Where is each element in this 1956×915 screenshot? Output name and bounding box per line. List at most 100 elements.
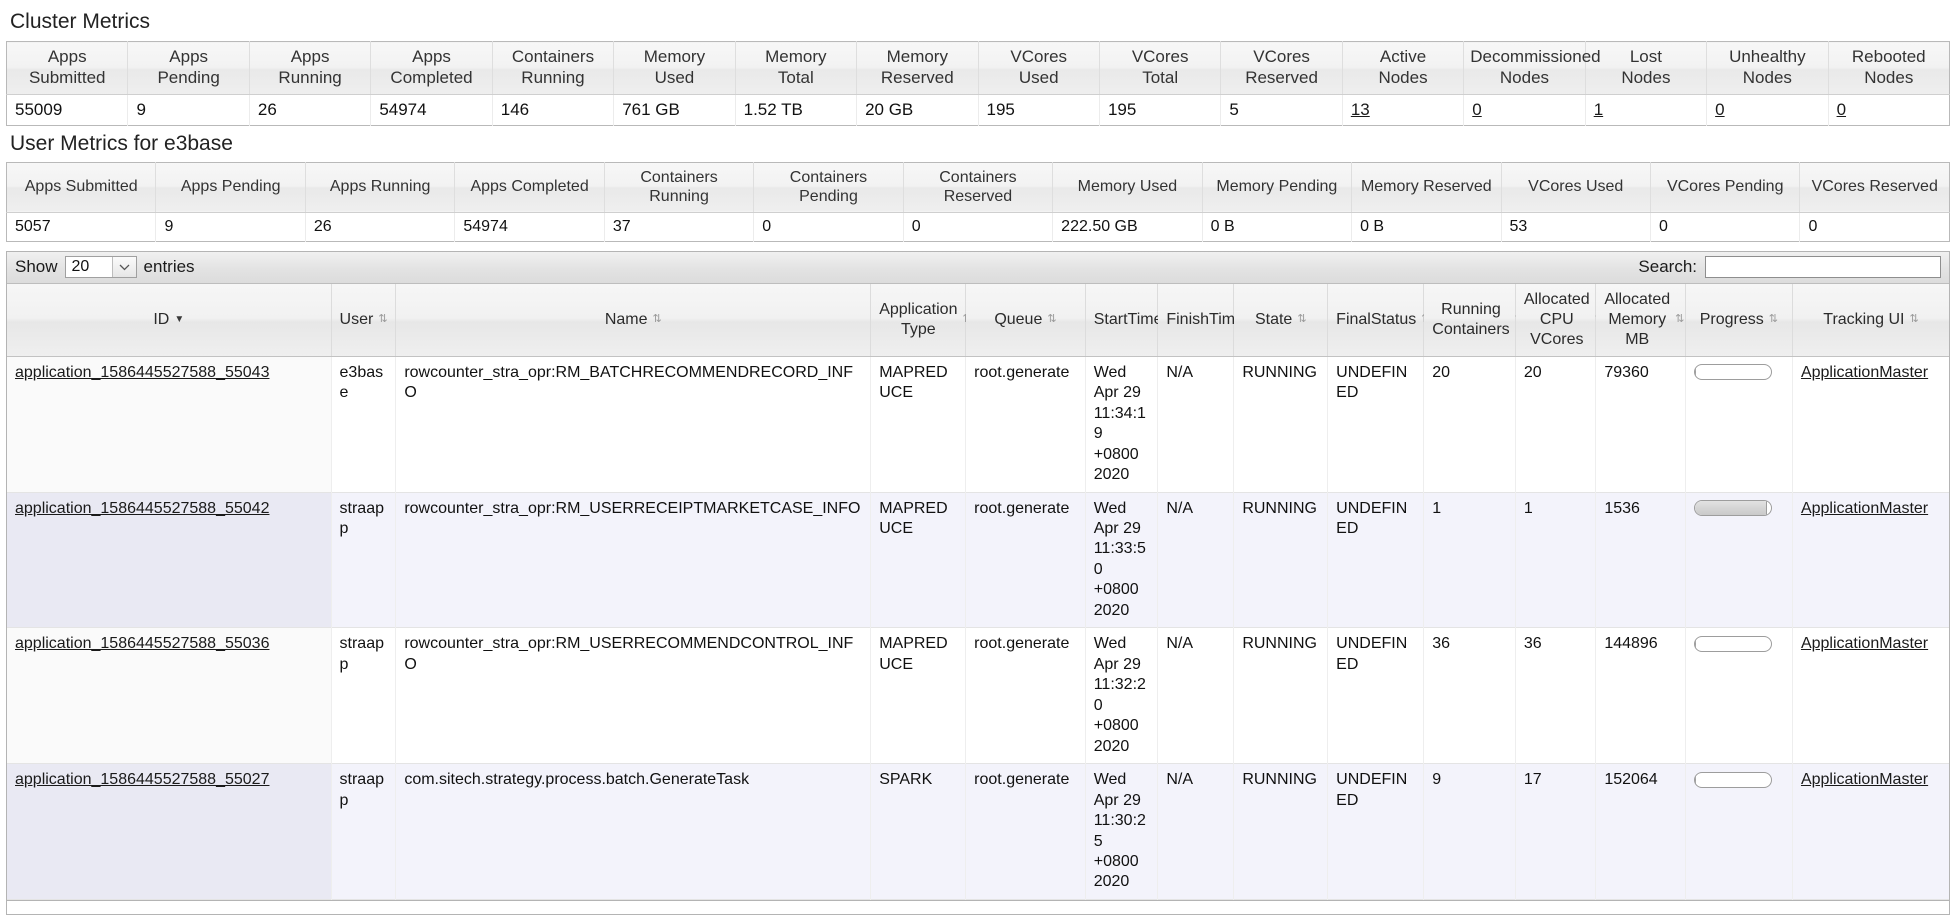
progress-bar-fill (1694, 365, 1696, 380)
cluster-metric-value[interactable]: 0 (1463, 94, 1586, 126)
column-header-queue[interactable]: Queue ⇅ (965, 283, 1086, 357)
user-metric-value: 0 (1799, 212, 1950, 242)
sort-both-icon: ⇅ (1675, 313, 1685, 326)
cluster-metric-value: 1.52 TB (735, 94, 858, 126)
column-header-allocated-memory-mb[interactable]: Allocated Memory MB ⇅ (1595, 283, 1686, 357)
column-header-finalstatus[interactable]: FinalStatus⇅ (1327, 283, 1430, 357)
cluster-metric-value: 54974 (370, 94, 493, 126)
user-metric-value: 0 B (1202, 212, 1353, 242)
column-header-name[interactable]: Name ⇅ (395, 283, 872, 357)
entries-select[interactable]: 20 (64, 256, 137, 279)
user-metric-header: VCores Used (1501, 162, 1651, 213)
cell-application-id[interactable]: application_1586445527588_55027 (7, 763, 332, 900)
progress-bar (1693, 771, 1772, 788)
cell-tracking-ui[interactable]: ApplicationMaster (1792, 763, 1949, 900)
cell-application-type: MAPREDUCE (870, 627, 967, 764)
column-header-label: ID (153, 310, 170, 328)
cell-progress (1685, 492, 1793, 628)
user-metric-header: Apps Submitted (6, 162, 157, 213)
cluster-metrics-table: Apps Submitted Apps Pending Apps Running Apps C… (6, 41, 1950, 126)
sort-both-icon: ⇅ (378, 313, 388, 326)
cell-tracking-ui[interactable]: ApplicationMaster (1792, 356, 1949, 492)
cluster-metric-value[interactable]: 0 (1706, 94, 1829, 126)
column-header-finishtime[interactable]: FinishTime⇅ (1157, 283, 1258, 357)
column-header-label: StartTime (1093, 310, 1163, 328)
column-header-user[interactable]: User ⇅ (331, 283, 397, 357)
sort-both-icon: ⇅ (1909, 313, 1919, 326)
column-header-running-containers[interactable]: RunningContainers⇅ (1423, 283, 1524, 357)
cell-start-time: Wed Apr 29 11:30:25 +0800 2020 (1085, 763, 1159, 900)
applications-table: ID▼User⇅Name⇅ApplicationType⇅Queue⇅Start… (7, 283, 1949, 900)
cluster-metrics-title: Cluster Metrics (10, 10, 151, 33)
sort-both-icon: ⇅ (1768, 313, 1778, 326)
cluster-metric-link[interactable]: 0 (1837, 100, 1846, 119)
cell-tracking-ui[interactable]: ApplicationMaster (1792, 627, 1949, 764)
cluster-metric-link[interactable]: 0 (1472, 100, 1481, 119)
cell-tracking-ui-link[interactable]: ApplicationMaster (1801, 364, 1928, 381)
user-metric-header: Apps Running (305, 162, 456, 213)
column-header-starttime[interactable]: StartTime⇅ (1085, 283, 1177, 357)
cell-application-id-link[interactable]: application_1586445527588_55043 (15, 364, 269, 381)
column-header-progress[interactable]: Progress ⇅ (1685, 283, 1793, 357)
user-metric-value: 54974 (454, 212, 605, 242)
cluster-metric-link[interactable]: 13 (1351, 100, 1370, 119)
cell-application-id[interactable]: application_1586445527588_55043 (7, 356, 332, 492)
column-header-label: Running Containers (1432, 300, 1510, 338)
cell-allocated-memory-mb: 79360 (1595, 356, 1686, 492)
user-metrics-header-row: Apps Submitted Apps Pending Apps Running Ap… (6, 162, 1950, 213)
cell-allocated-cpu-vcores: 1 (1515, 492, 1597, 628)
cluster-metric-value[interactable]: 1 (1585, 94, 1708, 126)
cell-application-id-link[interactable]: application_1586445527588_55027 (15, 771, 269, 788)
cluster-metric-value[interactable]: 0 (1828, 94, 1950, 126)
cell-application-id[interactable]: application_1586445527588_55036 (7, 627, 332, 764)
cell-tracking-ui-link[interactable]: ApplicationMaster (1801, 771, 1928, 788)
cell-state: RUNNING (1233, 763, 1329, 900)
cell-application-type: MAPREDUCE (870, 356, 967, 492)
cluster-metric-link[interactable]: 1 (1594, 100, 1603, 119)
cluster-metric-value[interactable]: 13 (1342, 94, 1465, 126)
cell-progress (1685, 627, 1793, 764)
cell-application-id[interactable]: application_1586445527588_55042 (7, 492, 332, 628)
user-metric-header: Containers Pending (753, 162, 904, 213)
cell-name: rowcounter_stra_opr:RM_USERRECEIPTMARKET… (395, 492, 872, 628)
cell-application-type: SPARK (870, 763, 967, 900)
user-metric-value: 26 (305, 212, 456, 242)
cluster-metrics-header-row: Apps Submitted Apps Pending Apps Running Apps C… (6, 41, 1950, 95)
cell-application-id-link[interactable]: application_1586445527588_55036 (15, 635, 269, 652)
cluster-metric-value: 5 (1220, 94, 1343, 126)
user-metric-header: Containers Running (604, 162, 755, 213)
column-header-allocated-cpu-vcores[interactable]: AllocatedCPUVCores⇅ (1515, 283, 1604, 357)
table-row: application_1586445527588_55042 straapp ro… (7, 492, 1949, 628)
sort-both-icon: ⇅ (1047, 313, 1057, 326)
cell-queue: root.generate (965, 492, 1086, 628)
progress-bar (1693, 364, 1772, 381)
cluster-metric-header: Memory Used (613, 41, 736, 95)
cell-tracking-ui-link[interactable]: ApplicationMaster (1801, 635, 1928, 652)
cell-running-containers: 9 (1423, 763, 1516, 900)
cluster-metric-header: Memory Reserved (856, 41, 979, 95)
column-header-tracking-ui[interactable]: Tracking UI ⇅ (1792, 283, 1949, 357)
cell-application-id-link[interactable]: application_1586445527588_55042 (15, 500, 269, 517)
user-metric-header: VCores Pending (1650, 162, 1801, 213)
column-header-label: FinalStatus (1336, 310, 1417, 328)
column-header-state[interactable]: State ⇅ (1233, 283, 1329, 357)
cluster-metric-header: Apps Running (249, 41, 372, 95)
chevron-down-icon (111, 257, 136, 278)
cell-tracking-ui[interactable]: ApplicationMaster (1792, 492, 1949, 628)
cell-finish-time: N/A (1157, 356, 1235, 492)
cluster-metric-value: 20 GB (856, 94, 979, 126)
search-input[interactable] (1705, 256, 1941, 279)
user-metric-header: Memory Used (1052, 162, 1203, 213)
user-metric-header: VCores Reserved (1799, 162, 1950, 213)
column-header-application-type[interactable]: ApplicationType⇅ (870, 283, 972, 357)
cluster-metric-header: VCores Total (1099, 41, 1222, 95)
sort-both-icon: ⇅ (1297, 313, 1307, 326)
cluster-metric-link[interactable]: 0 (1715, 100, 1724, 119)
sort-both-icon: ⇅ (652, 313, 662, 326)
user-metric-header: Apps Completed (454, 162, 605, 213)
cluster-metric-header: Lost Nodes (1585, 41, 1708, 95)
cell-final-status: UNDEFINED (1327, 492, 1425, 628)
column-header-id[interactable]: ID ▼ (7, 283, 332, 357)
cell-tracking-ui-link[interactable]: ApplicationMaster (1801, 500, 1928, 517)
user-metric-value: 0 (903, 212, 1054, 242)
